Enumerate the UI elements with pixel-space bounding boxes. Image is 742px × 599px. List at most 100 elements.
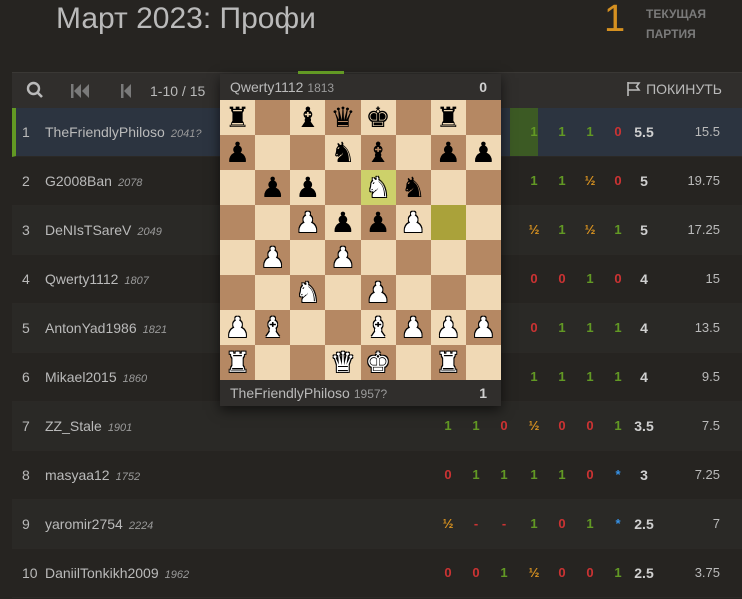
result-cell[interactable]: 0 (464, 565, 488, 580)
result-cell[interactable]: 1 (578, 271, 602, 286)
result-cell[interactable]: 1 (550, 467, 574, 482)
board-square (255, 205, 291, 240)
result-cell[interactable]: 0 (550, 516, 574, 531)
result-cell[interactable]: 1 (464, 467, 488, 482)
result-cell[interactable]: 1 (578, 516, 602, 531)
leave-button[interactable]: ПОКИНУТЬ (626, 81, 722, 97)
prev-page-icon[interactable] (120, 83, 132, 102)
result-cell[interactable]: 1 (522, 369, 546, 384)
result-cell[interactable]: 1 (522, 516, 546, 531)
result-cell[interactable]: 1 (578, 369, 602, 384)
table-row[interactable]: 7 ZZ_Stale 1901 1 1 0 ½ 0 0 1 3.5 7.5 (12, 402, 742, 451)
table-row[interactable]: 9 yaromir2754 2224 ½ - -1 0 1 * 2.5 7 (12, 500, 742, 549)
white-knight-icon: ♞ (295, 275, 321, 309)
player-name-cell[interactable]: DaniilTonkikh2009 1962 (45, 565, 189, 581)
result-cell[interactable]: 1 (550, 222, 574, 237)
result-cell[interactable]: 1 (578, 320, 602, 335)
player-rating: 1860 (122, 373, 148, 385)
result-cell[interactable]: 0 (550, 418, 574, 433)
player-name[interactable]: yaromir2754 (45, 516, 123, 532)
result-cell[interactable]: ½ (578, 222, 602, 237)
result-cell[interactable]: 0 (578, 565, 602, 580)
board-square: ♟ (395, 205, 431, 240)
table-row[interactable]: 8 masyaa12 1752 0 1 1 1 1 0 * 3 7.25 (12, 451, 742, 500)
player-name[interactable]: Mikael2015 (45, 369, 117, 385)
board-square (430, 240, 466, 275)
board-square (290, 135, 326, 170)
board-square (395, 135, 431, 170)
result-cell[interactable]: 1 (550, 320, 574, 335)
player-name[interactable]: TheFriendlyPhiloso (45, 124, 165, 140)
player-name-cell[interactable]: Qwerty1112 1807 (45, 271, 149, 287)
result-cell[interactable]: ½ (522, 565, 546, 580)
table-row[interactable]: 10 DaniilTonkikh2009 1962 0 0 1 ½ 0 0 1 2.5 3.75 (12, 549, 742, 598)
result-cell[interactable]: ½ (436, 516, 460, 531)
player-name[interactable]: AntonYad1986 (45, 320, 137, 336)
board-square (255, 275, 291, 310)
player-name-cell[interactable]: TheFriendlyPhiloso 2041? (45, 124, 201, 140)
top-player-rating: 1813 (307, 81, 335, 95)
black-pawn-icon: ♟ (260, 170, 286, 204)
result-cell[interactable]: 1 (578, 124, 602, 139)
black-rook-icon: ♜ (435, 100, 461, 134)
board-square: ♟ (465, 135, 501, 170)
game-preview-popup[interactable]: Qwerty1112 1813 0 ♜ ♝ ♛ ♚ ♜ ♟ ♞ ♝ ♟ ♟ ♟ ♟ ♞ ♞ ♟ ♟ ♟ ♟ ♟ ♟ ♞ ♟ ♟… (220, 71, 501, 406)
result-cell[interactable]: 0 (492, 418, 516, 433)
bottom-player-rating: 1957? (353, 387, 388, 401)
white-pawn-icon: ♟ (400, 205, 426, 239)
search-icon[interactable] (26, 81, 44, 99)
bottom-player: TheFriendlyPhiloso 1957? 1 (220, 380, 501, 406)
player-name[interactable]: Qwerty1112 (45, 271, 118, 287)
result-cell[interactable]: 1 (550, 124, 574, 139)
result-cell[interactable]: 1 (522, 467, 546, 482)
result-cell[interactable]: 0 (550, 271, 574, 286)
result-cell[interactable]: 1 (550, 369, 574, 384)
black-pawn-icon: ♟ (435, 135, 461, 169)
result-cell[interactable]: 1 (464, 418, 488, 433)
white-pawn-icon: ♟ (330, 240, 356, 274)
result-cell[interactable]: 0 (436, 467, 460, 482)
result-cell[interactable]: ½ (578, 173, 602, 188)
player-name[interactable]: masyaa12 (45, 467, 110, 483)
player-name-cell[interactable]: AntonYad1986 1821 (45, 320, 167, 336)
result-cell[interactable]: ½ (522, 418, 546, 433)
result-cell[interactable]: 0 (550, 565, 574, 580)
player-name[interactable]: ZZ_Stale (45, 418, 102, 434)
rank: 2 (22, 173, 30, 189)
points: 4 (640, 320, 648, 336)
player-name[interactable]: DaniilTonkikh2009 (45, 565, 159, 581)
player-name-cell[interactable]: DeNIsTSareV 2049 (45, 222, 162, 238)
board-square: ♜ (430, 345, 466, 380)
result-cell[interactable]: 0 (436, 565, 460, 580)
player-name-cell[interactable]: masyaa12 1752 (45, 467, 140, 483)
current-game-label-line1: ТЕКУЩАЯ (646, 7, 706, 21)
result-cell[interactable]: - (492, 516, 516, 531)
result-cell[interactable]: 1 (436, 418, 460, 433)
result-cell[interactable]: 0 (578, 467, 602, 482)
tiebreak: 15.5 (694, 124, 720, 139)
white-pawn-icon: ♟ (260, 240, 286, 274)
result-cell[interactable]: 1 (550, 173, 574, 188)
first-page-icon[interactable] (70, 83, 90, 102)
board-square: ♞ (325, 135, 361, 170)
player-name-cell[interactable]: yaromir2754 2224 (45, 516, 153, 532)
result-cell[interactable]: 0 (522, 320, 546, 335)
tiebreak: 15 (705, 271, 720, 286)
result-cell[interactable]: - (464, 516, 488, 531)
result-cell[interactable]: 1 (492, 565, 516, 580)
player-name-cell[interactable]: ZZ_Stale 1901 (45, 418, 132, 434)
board-square (465, 345, 501, 380)
result-cell[interactable]: 0 (578, 418, 602, 433)
result-cell[interactable]: 1 (522, 173, 546, 188)
result-cell[interactable]: 1 (522, 124, 546, 139)
result-cell[interactable]: ½ (522, 222, 546, 237)
player-name[interactable]: DeNIsTSareV (45, 222, 131, 238)
page-title: Март 2023: Профи (56, 2, 316, 35)
result-cell[interactable]: 1 (492, 467, 516, 482)
points: 2.5 (634, 565, 654, 581)
player-name-cell[interactable]: G2008Ban 2078 (45, 173, 142, 189)
result-cell[interactable]: 0 (522, 271, 546, 286)
player-name-cell[interactable]: Mikael2015 1860 (45, 369, 147, 385)
player-name[interactable]: G2008Ban (45, 173, 112, 189)
board-square: ♟ (255, 170, 291, 205)
